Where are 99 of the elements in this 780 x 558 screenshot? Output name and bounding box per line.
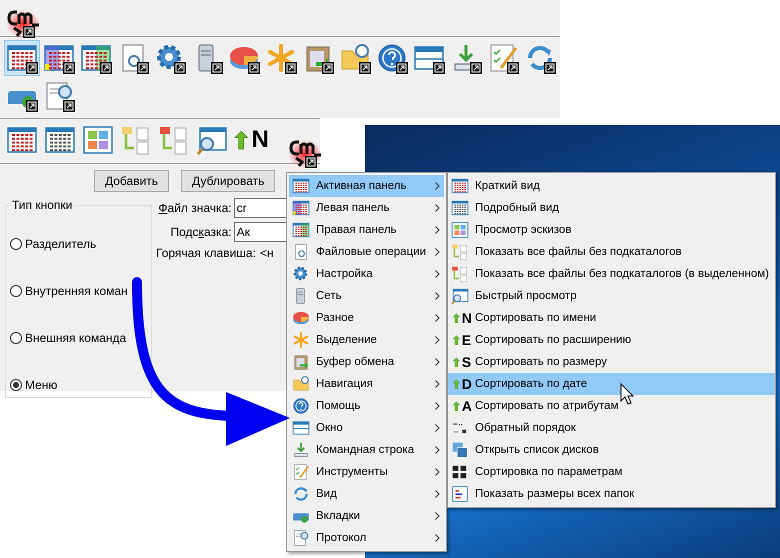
thumbnails-icon <box>82 124 114 156</box>
drives-icon <box>451 441 469 459</box>
up-arrow-icon <box>451 356 462 368</box>
radio-button[interactable] <box>10 332 22 344</box>
menu-item[interactable]: Инструменты <box>289 461 444 483</box>
sort-grid-icon <box>451 463 469 481</box>
pencil-checklist-icon <box>292 463 310 481</box>
menu-item[interactable]: Выделение <box>289 329 444 351</box>
chevron-icon <box>435 534 440 542</box>
table-grid-icon <box>451 177 469 195</box>
radio-label: Внешняя команда <box>25 330 126 344</box>
group-title: Тип кнопки <box>11 198 74 212</box>
menu-item[interactable]: Быстрый просмотр <box>448 285 775 307</box>
chevron-icon <box>435 446 440 454</box>
menu-item[interactable]: Активная панель <box>289 175 444 197</box>
up-arrow-icon <box>451 334 462 346</box>
menu-item[interactable]: Разное <box>289 307 444 329</box>
gear-icon <box>292 265 310 283</box>
menu-item[interactable]: Сортировка по параметрам <box>448 461 775 483</box>
chevron-icon <box>435 292 440 300</box>
toolbar-button[interactable]: N <box>232 122 268 158</box>
menu-item[interactable]: Открыть список дисков <box>448 439 775 461</box>
up-arrow-icon <box>451 400 462 412</box>
menu-item[interactable]: Краткий вид <box>448 175 775 197</box>
menu-item[interactable]: D Сортировать по дате <box>448 373 775 395</box>
files-tree-icon <box>451 243 469 261</box>
clipboard-icon <box>292 353 310 371</box>
sort-letter: N <box>462 310 472 326</box>
chevron-icon <box>435 424 440 432</box>
menu-item[interactable]: Окно <box>289 417 444 439</box>
radio-label: Внутренняя коман <box>25 284 128 298</box>
menu-item[interactable]: Командная строка <box>289 439 444 461</box>
menu-item[interactable]: Навигация <box>289 373 444 395</box>
radio-label: Разделитель <box>25 236 96 250</box>
window-magnifier-icon <box>451 287 469 305</box>
sort-letter: A <box>462 398 472 414</box>
menu-item[interactable]: Показать все файлы без подкаталогов <box>448 241 775 263</box>
chevron-icon <box>435 204 440 212</box>
table-grid-icon <box>292 221 310 239</box>
field-label: Горячая клавиша: <box>156 246 256 260</box>
chevron-icon <box>435 226 440 234</box>
up-arrow-icon <box>451 312 462 324</box>
menu-item[interactable]: Просмотр эскизов <box>448 219 775 241</box>
menu-item[interactable]: N Сортировать по имени <box>448 307 775 329</box>
field-label: Подсказка: <box>169 225 233 239</box>
menu-item[interactable]: Вкладки <box>289 505 444 527</box>
chevron-icon <box>435 270 440 278</box>
sort-letter: N <box>252 126 269 154</box>
chevron-icon <box>435 182 440 190</box>
help-icon <box>292 397 310 415</box>
table-grid-icon <box>292 199 310 217</box>
asterisk-icon <box>292 331 310 349</box>
menu-item[interactable]: Протокол <box>289 527 444 549</box>
refresh-icon <box>292 485 310 503</box>
menu-item[interactable]: Сеть <box>289 285 444 307</box>
folder-sizes-icon <box>451 485 469 503</box>
menu-item[interactable]: Показать размеры всех папок <box>448 483 775 505</box>
dialog-button[interactable]: Дублировать <box>181 170 276 192</box>
list-icon <box>451 199 469 217</box>
log-document-icon <box>292 529 310 547</box>
chevron-icon <box>435 314 440 322</box>
radio-button[interactable] <box>10 284 22 296</box>
hotkey-value: <н <box>260 246 274 260</box>
table-grid-icon <box>292 177 310 195</box>
chevron-icon <box>435 490 440 498</box>
document-magnifier-icon <box>292 243 310 261</box>
thumbnails-icon <box>451 221 469 239</box>
chevron-icon <box>435 512 440 520</box>
files-tree-icon <box>451 265 469 283</box>
window-icon <box>292 419 310 437</box>
menu-item[interactable]: Буфер обмена <box>289 351 444 373</box>
menu-item[interactable]: E Сортировать по расширению <box>448 329 775 351</box>
dialog-button[interactable]: Добавить <box>94 170 170 192</box>
chevron-icon <box>435 402 440 410</box>
chevron-icon <box>435 468 440 476</box>
menu-item[interactable]: Обратный порядок <box>448 417 775 439</box>
chevron-icon <box>435 248 440 256</box>
up-arrow-icon <box>451 378 462 390</box>
mouse-cursor-icon <box>620 382 634 405</box>
sort-letter: E <box>462 332 472 348</box>
radio-label: Меню <box>25 378 58 392</box>
down-arrow-icon <box>292 441 310 459</box>
disk-icon <box>292 309 310 327</box>
chevron-icon <box>435 336 440 344</box>
sort-letter: D <box>462 376 472 392</box>
menu-item[interactable]: Показать все файлы без подкаталогов (в выделенном) <box>448 263 775 285</box>
chevron-icon <box>435 380 440 388</box>
menu-item[interactable]: Вид <box>289 483 444 505</box>
chevron-icon <box>435 358 440 366</box>
radio-button[interactable] <box>10 378 22 390</box>
radio-button[interactable] <box>10 238 22 250</box>
menu-item[interactable]: Помощь <box>289 395 444 417</box>
sort-letter: S <box>462 354 472 370</box>
menu-item[interactable]: A Сортировать по атрибутам <box>448 395 775 417</box>
menu-item[interactable]: Файловые операции <box>289 241 444 263</box>
field-label: Файл значка: <box>157 201 233 215</box>
menu-item[interactable]: Настройка <box>289 263 444 285</box>
menu-item[interactable]: Подробный вид <box>448 197 775 219</box>
menu-item[interactable]: S Сортировать по размеру <box>448 351 775 373</box>
